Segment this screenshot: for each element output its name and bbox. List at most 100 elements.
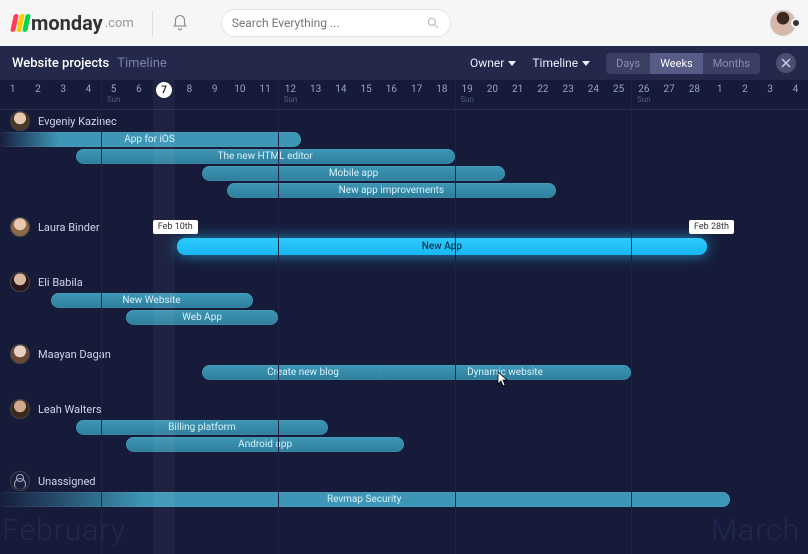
person-row: Maayan Dagan Create new blogDynamic websi… — [0, 343, 808, 388]
logo-tld: .com — [105, 16, 134, 31]
timeline-filter-label: Timeline — [532, 56, 578, 70]
task-bar[interactable]: Billing platform — [76, 420, 329, 435]
day-label: 8 — [187, 84, 193, 95]
person-avatar-icon — [10, 344, 30, 364]
day-label: 19Sun — [460, 84, 474, 104]
person-avatar-icon — [10, 272, 30, 292]
today-column-highlight — [153, 80, 175, 554]
top-header: monday.com — [0, 0, 808, 46]
owner-filter-label: Owner — [470, 56, 504, 70]
logo-brand: monday — [31, 11, 103, 35]
day-label: 17 — [411, 84, 422, 95]
day-label: 14 — [335, 84, 346, 95]
user-menu[interactable] — [770, 10, 796, 36]
task-bar[interactable]: New App — [177, 238, 707, 255]
date-tooltip-start: Feb 10th — [153, 220, 198, 234]
person-row: Evgeniy Kazinec App for iOS The new HTML e… — [0, 110, 808, 206]
day-label: 15 — [361, 84, 372, 95]
person-header[interactable]: Eli Babila — [0, 271, 808, 293]
person-name: Evgeniy Kazinec — [38, 115, 117, 128]
person-avatar-icon — [10, 399, 30, 419]
view-name: Timeline — [117, 56, 167, 71]
task-bar[interactable]: Web App — [126, 310, 278, 325]
status-dot-icon — [791, 18, 801, 28]
zoom-days[interactable]: Days — [606, 53, 650, 74]
date-tooltip-end: Feb 28th — [689, 220, 734, 234]
person-name: Leah Walters — [38, 403, 102, 416]
day-label: 11 — [260, 84, 271, 95]
search-icon — [426, 16, 440, 30]
timeline-filter[interactable]: Timeline — [532, 56, 590, 70]
task-bar[interactable]: Dynamic website — [379, 365, 632, 380]
zoom-segmented-control: Days Weeks Months — [606, 53, 760, 74]
person-name: Unassigned — [38, 475, 96, 488]
day-label: 2 — [742, 84, 748, 95]
person-row: Unassigned Revmap Security — [0, 470, 808, 515]
date-ruler: 12345Sun67789101112Sun13141516171819Sun2… — [0, 80, 808, 110]
day-label: 27 — [664, 84, 675, 95]
day-label: 3 — [60, 84, 66, 95]
day-label: 9 — [212, 84, 218, 95]
person-row: Laura Binder New App Feb 10th Feb 28th — [0, 216, 808, 261]
task-bar[interactable]: The new HTML editor — [76, 149, 455, 164]
divider — [152, 10, 153, 36]
close-icon — [781, 58, 791, 68]
close-button[interactable] — [776, 53, 796, 73]
day-label: 16 — [386, 84, 397, 95]
day-label: 6 — [136, 84, 142, 95]
task-bar[interactable]: Create new blog — [202, 365, 404, 380]
owner-filter[interactable]: Owner — [470, 56, 516, 70]
day-label: 13 — [310, 84, 321, 95]
day-label: 4 — [86, 84, 92, 95]
gantt-rows: Evgeniy Kazinec App for iOS The new HTML e… — [0, 110, 808, 554]
timeline-area[interactable]: 12345Sun67789101112Sun13141516171819Sun2… — [0, 80, 808, 554]
day-label: 21 — [512, 84, 523, 95]
day-label: 5Sun — [107, 84, 121, 104]
day-label: 18 — [436, 84, 447, 95]
zoom-months[interactable]: Months — [703, 53, 760, 74]
person-header[interactable]: Leah Walters — [0, 398, 808, 420]
person-name: Maayan Dagan — [38, 348, 111, 361]
search-input[interactable] — [232, 16, 426, 30]
logo[interactable]: monday.com — [12, 11, 134, 35]
day-label: 1 — [717, 84, 723, 95]
day-label: 25 — [613, 84, 624, 95]
person-header[interactable]: Evgeniy Kazinec — [0, 110, 808, 132]
task-bar[interactable]: App for iOS — [0, 132, 301, 147]
task-bar[interactable]: New Website — [51, 293, 253, 308]
person-header[interactable]: Maayan Dagan — [0, 343, 808, 365]
board-title[interactable]: Website projects — [12, 56, 109, 71]
notifications-icon[interactable] — [171, 14, 189, 32]
person-header[interactable]: Unassigned — [0, 470, 808, 492]
day-label: 4 — [793, 84, 799, 95]
person-avatar-icon — [10, 217, 30, 237]
chevron-down-icon — [582, 61, 590, 66]
person-name: Laura Binder — [38, 221, 100, 234]
day-label: 26Sun — [637, 84, 651, 104]
day-label: 3 — [767, 84, 773, 95]
day-label: 24 — [588, 84, 599, 95]
day-label: 2 — [35, 84, 41, 95]
person-avatar-icon — [10, 111, 30, 131]
day-label: 28 — [689, 84, 700, 95]
search-container — [221, 9, 451, 37]
person-row: Leah WaltersBilling platformAndroid app — [0, 398, 808, 460]
person-row: Eli Babila New Website Web App — [0, 271, 808, 333]
zoom-weeks[interactable]: Weeks — [650, 53, 703, 74]
day-label: 1 — [10, 84, 16, 95]
task-bar[interactable]: New app improvements — [227, 183, 555, 198]
day-label: 12Sun — [284, 84, 298, 104]
board-subheader: Website projects Timeline Owner Timeline… — [0, 46, 808, 80]
day-label: 23 — [563, 84, 574, 95]
task-bar[interactable]: Revmap Security — [0, 492, 730, 507]
person-avatar-icon — [10, 471, 30, 491]
search-box[interactable] — [221, 9, 451, 37]
person-header[interactable]: Laura Binder — [0, 216, 808, 238]
logo-mark-icon — [12, 14, 29, 32]
task-bar[interactable]: Mobile app — [202, 166, 505, 181]
person-name: Eli Babila — [38, 276, 83, 289]
chevron-down-icon — [508, 61, 516, 66]
day-label: 20 — [487, 84, 498, 95]
day-label: 10 — [234, 84, 245, 95]
day-label: 22 — [537, 84, 548, 95]
